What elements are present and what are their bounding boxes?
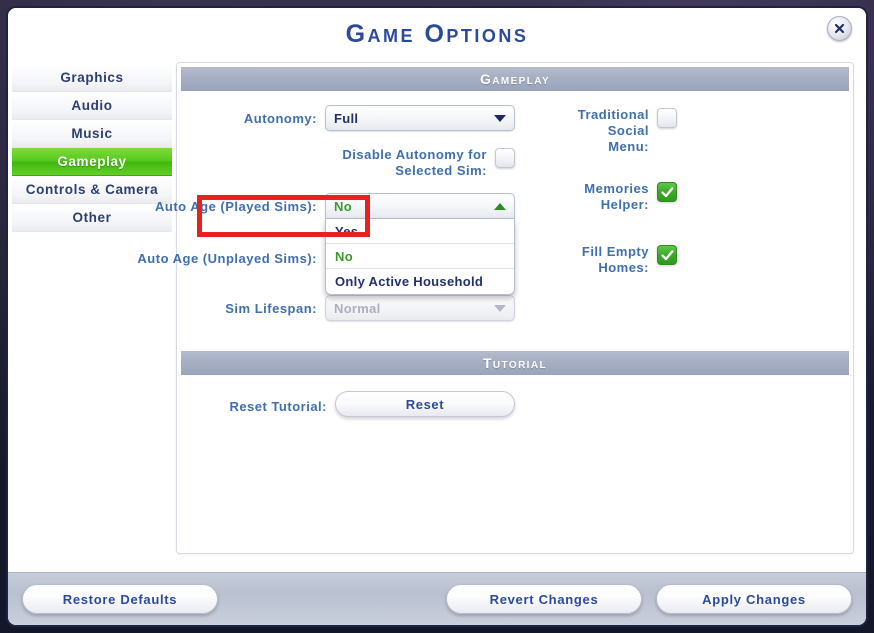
reset-tutorial-button[interactable]: Reset [335,391,515,417]
auto-age-played-option-list: Yes No Only Active Household [325,219,515,295]
check-icon [660,186,673,197]
restore-defaults-button[interactable]: Restore Defaults [22,584,218,614]
sidebar-item-controls-camera[interactable]: Controls & Camera [12,176,172,204]
sidebar-item-other[interactable]: Other [12,204,172,232]
close-button[interactable] [827,16,852,41]
reset-tutorial-button-label: Reset [405,396,445,412]
dialog-body: Graphics Audio Music Gameplay Controls &… [8,60,866,572]
memories-helper-checkbox[interactable] [657,182,677,202]
sidebar-item-audio[interactable]: Audio [12,92,172,120]
setting-row-reset-tutorial: Reset Tutorial: Reset [187,391,515,417]
setting-row-auto-age-played: Auto Age (Played Sims): No Yes No Only A… [155,193,515,295]
sidebar-item-music[interactable]: Music [12,120,172,148]
close-icon [834,23,845,34]
page-title: Game Options [345,19,529,48]
dialog-titlebar: Game Options [8,8,866,60]
dropdown-option-label: Yes [335,223,359,239]
game-options-dialog: Game Options Graphics Audio Music Gamepl… [6,6,868,627]
apply-changes-button[interactable]: Apply Changes [656,584,852,614]
revert-changes-button[interactable]: Revert Changes [446,584,642,614]
sim-lifespan-value: Normal [334,300,381,316]
dialog-footer: Restore Defaults Revert Changes Apply Ch… [8,572,866,625]
dropdown-option-no[interactable]: No [326,244,514,269]
settings-content-panel: Gameplay Autonomy: Full Disable Autonomy… [137,62,854,554]
chevron-down-icon [494,114,506,122]
gameplay-settings-grid: Autonomy: Full Disable Autonomy for Sele… [137,91,853,345]
setting-row-fill-empty-homes: Fill Empty Homes: [539,242,843,276]
revert-changes-label: Revert Changes [489,591,599,607]
setting-row-sim-lifespan: Sim Lifespan: Normal [201,295,515,321]
disable-autonomy-checkbox[interactable] [495,148,515,168]
sidebar-item-gameplay[interactable]: Gameplay [12,148,172,176]
reset-tutorial-label: Reset Tutorial: [229,398,327,414]
gameplay-right-column: Traditional Social Menu: Memories Helper… [515,105,843,335]
chevron-up-icon [494,202,506,210]
traditional-social-menu-checkbox[interactable] [657,108,677,128]
traditional-social-menu-label: Traditional Social Menu: [577,107,649,154]
section-header-gameplay: Gameplay [181,67,849,91]
setting-row-traditional-social-menu: Traditional Social Menu: [539,105,843,155]
tutorial-settings-body: Reset Tutorial: Reset [177,375,853,435]
check-icon [660,249,673,260]
fill-empty-homes-checkbox[interactable] [657,245,677,265]
section-header-tutorial: Tutorial [181,351,849,375]
section-header-label: Gameplay [479,71,551,87]
chevron-down-icon [494,304,506,312]
sim-lifespan-label: Sim Lifespan: [225,301,317,316]
dropdown-option-only-active-household[interactable]: Only Active Household [326,269,514,294]
autonomy-label: Autonomy: [243,111,317,126]
apply-changes-label: Apply Changes [702,591,806,607]
sidebar-item-label: Gameplay [57,154,127,169]
auto-age-played-dropdown-wrap: No Yes No Only Active Household [325,193,515,295]
dropdown-option-yes[interactable]: Yes [326,219,514,244]
memories-helper-label: Memories Helper: [584,181,649,212]
dropdown-option-label: Only Active Household [335,274,484,289]
autonomy-select[interactable]: Full [325,105,515,131]
fill-empty-homes-label: Fill Empty Homes: [581,244,649,275]
sidebar-item-label: Audio [71,98,113,113]
setting-row-disable-autonomy: Disable Autonomy for Selected Sim: [201,145,515,179]
sidebar-item-label: Other [72,210,112,225]
disable-autonomy-label: Disable Autonomy for Selected Sim: [342,147,487,178]
sidebar-item-label: Music [71,126,113,141]
autonomy-value: Full [334,110,359,126]
auto-age-played-label: Auto Age (Played Sims): [155,199,317,214]
auto-age-played-select[interactable]: No [325,193,515,219]
restore-defaults-label: Restore Defaults [62,591,178,607]
sidebar-item-label: Controls & Camera [25,182,159,197]
sim-lifespan-select[interactable]: Normal [325,295,515,321]
section-header-label: Tutorial [482,355,547,371]
dropdown-option-label: No [335,248,353,264]
settings-sidebar: Graphics Audio Music Gameplay Controls &… [12,60,172,572]
auto-age-unplayed-label: Auto Age (Unplayed Sims): [137,251,317,266]
sidebar-item-graphics[interactable]: Graphics [12,64,172,92]
gameplay-left-column: Autonomy: Full Disable Autonomy for Sele… [137,105,515,335]
setting-row-memories-helper: Memories Helper: [539,179,843,213]
sidebar-item-label: Graphics [60,70,124,85]
setting-row-autonomy: Autonomy: Full [201,105,515,131]
auto-age-played-value: No [334,198,352,214]
